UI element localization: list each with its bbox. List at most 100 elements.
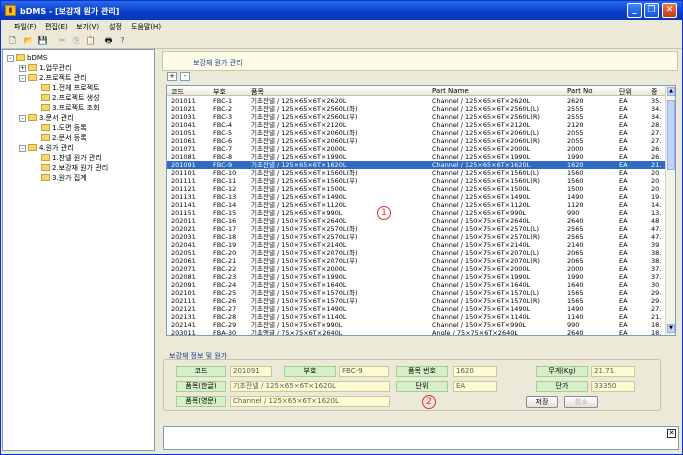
field-unit[interactable]: EA bbox=[453, 381, 497, 392]
collapse-icon[interactable]: - bbox=[19, 115, 26, 122]
cancel-button[interactable]: 취소 bbox=[564, 396, 598, 408]
col-sign[interactable]: 부호 bbox=[213, 87, 226, 97]
col-part-name[interactable]: Part Name bbox=[432, 87, 469, 95]
table-row[interactable]: 202021 FBC-17 기초잔넬 / 150×75×6T×2570L(좌) Cha… bbox=[167, 225, 667, 233]
tree-root[interactable]: - bDMS bbox=[7, 53, 47, 63]
col-item[interactable]: 품목 bbox=[251, 87, 264, 97]
field-part-no[interactable]: 1620 bbox=[453, 366, 497, 377]
new-icon[interactable]: 🗋 bbox=[7, 36, 18, 46]
menu-help[interactable]: 도움말(H) bbox=[131, 22, 161, 32]
table-cell: 기초잔넬 / 150×75×6T×1570L(좌) bbox=[251, 289, 358, 297]
table-row[interactable]: 201091 FBC-9 기초잔넬 / 125×65×6T×1620L Channel… bbox=[167, 161, 667, 169]
save-icon[interactable]: 💾 bbox=[37, 36, 48, 46]
table-row[interactable]: 202141 FBC-29 기초잔넬 / 150×75×6T×990L Channel… bbox=[167, 321, 667, 329]
table-row[interactable]: 202111 FBC-26 기초잔넬 / 150×75×6T×1570L(우) Cha… bbox=[167, 297, 667, 305]
tree-item-drawing-register[interactable]: 1.도면 등록 bbox=[41, 123, 87, 133]
menu-file[interactable]: 파일(F) bbox=[14, 22, 36, 32]
field-sign[interactable]: FBC-9 bbox=[339, 366, 389, 377]
table-row[interactable]: 201041 FBC-4 기초잔넬 / 125×65×6T×2120L Channel… bbox=[167, 121, 667, 129]
table-cell: EA bbox=[619, 233, 628, 241]
table-row[interactable]: 201141 FBC-14 기초잔넬 / 125×65×6T×1120L Channe… bbox=[167, 201, 667, 209]
table-cell: 기초잔넬 / 125×65×6T×2560L(우) bbox=[251, 113, 358, 121]
cut-icon[interactable]: ✂ bbox=[57, 36, 68, 46]
menu-settings[interactable]: 설정 bbox=[109, 22, 122, 32]
table-row[interactable]: 202121 FBC-27 기초잔넬 / 150×75×6T×1490L Channe… bbox=[167, 305, 667, 313]
table-row[interactable]: 202011 FBC-16 기초잔넬 / 150×75×6T×2640L Channe… bbox=[167, 217, 667, 225]
table-row[interactable]: 202061 FBC-21 기초잔넬 / 150×75×6T×2070L(우) Cha… bbox=[167, 257, 667, 265]
col-code[interactable]: 코드 bbox=[171, 87, 184, 97]
collapse-icon[interactable]: - bbox=[19, 75, 26, 82]
table-cell: 201041 bbox=[171, 121, 196, 129]
table-cell: Channel / 125×65×6T×2620L bbox=[432, 97, 531, 105]
col-unit[interactable]: 단위 bbox=[619, 87, 632, 97]
table-row[interactable]: 203011 FBA-30 기초앵글 / 75×75×6T×2640L Angle /… bbox=[167, 329, 667, 335]
table-row[interactable]: 202131 FBC-28 기초잔넬 / 150×75×6T×1140L Channe… bbox=[167, 313, 667, 321]
table-cell: 1140 bbox=[567, 313, 584, 321]
close-button[interactable]: ✕ bbox=[662, 3, 677, 18]
field-item-kr[interactable]: 기초잔넬 / 125×65×6T×1620L bbox=[230, 381, 390, 392]
save-button[interactable]: 저장 bbox=[526, 396, 558, 408]
field-weight[interactable]: 21.71 bbox=[591, 366, 635, 377]
tree-item-channel-cost[interactable]: 1.찬넬 원가 관리 bbox=[41, 153, 102, 163]
expand-all-button[interactable]: + bbox=[167, 72, 177, 81]
table-row[interactable]: 201051 FBC-5 기초잔넬 / 125×65×6T×2060L(좌) Chan… bbox=[167, 129, 667, 137]
menu-view[interactable]: 보기(V) bbox=[76, 22, 99, 32]
table-row[interactable]: 202091 FBC-24 기초잔넬 / 150×75×6T×1640L Channe… bbox=[167, 281, 667, 289]
close-pane-icon[interactable]: ✕ bbox=[667, 429, 676, 438]
help-icon[interactable]: ? bbox=[117, 36, 128, 46]
table-row[interactable]: 201131 FBC-13 기초잔넬 / 125×65×6T×1490L Channe… bbox=[167, 193, 667, 201]
restore-button[interactable]: ❐ bbox=[644, 3, 659, 18]
table-row[interactable]: 201021 FBC-2 기초잔넬 / 125×65×6T×2560L(좌) Chan… bbox=[167, 105, 667, 113]
table-cell: EA bbox=[619, 241, 628, 249]
tree-node-business[interactable]: +1.업무관리 bbox=[19, 63, 71, 73]
tree-item-stiffener-cost[interactable]: 2.보강재 원가 관리 bbox=[41, 163, 109, 173]
paste-icon[interactable]: 📋 bbox=[85, 36, 96, 46]
table-row[interactable]: 201151 FBC-15 기초잔넬 / 125×65×6T×990L Channel… bbox=[167, 209, 667, 217]
col-part-no[interactable]: Part No bbox=[567, 87, 593, 95]
table-row[interactable]: 202041 FBC-19 기초잔넬 / 150×75×6T×2140L Channe… bbox=[167, 241, 667, 249]
grid-scrollbar[interactable]: ▲ ▼ bbox=[665, 86, 675, 335]
tree-item-search-project[interactable]: 3.프로젝트 조회 bbox=[41, 103, 100, 113]
tree-node-document[interactable]: -3.문서 관리 bbox=[19, 113, 74, 123]
open-icon[interactable]: 📂 bbox=[23, 36, 34, 46]
table-cell: Channel / 125×65×6T×2560L(L) bbox=[432, 105, 539, 113]
tree-item-all-projects[interactable]: 1.전체 프로젝트 bbox=[41, 83, 100, 93]
scroll-down-icon[interactable]: ▼ bbox=[667, 324, 675, 333]
table-cell: 기초잔넬 / 150×75×6T×2140L bbox=[251, 241, 347, 249]
expand-icon[interactable]: + bbox=[19, 65, 26, 72]
minimize-button[interactable]: _ bbox=[627, 3, 642, 18]
table-row[interactable]: 201101 FBC-10 기초잔넬 / 125×65×6T×1560L(좌) Cha… bbox=[167, 169, 667, 177]
table-row[interactable]: 201071 FBC-7 기초잔넬 / 125×65×6T×2000L Channel… bbox=[167, 145, 667, 153]
table-row[interactable]: 201081 FBC-8 기초잔넬 / 125×65×6T×1990L Channel… bbox=[167, 153, 667, 161]
tree-node-cost[interactable]: -4.원가 관리 bbox=[19, 143, 74, 153]
col-weight[interactable]: 중 bbox=[651, 87, 657, 97]
table-cell: 기초잔넬 / 125×65×6T×2000L bbox=[251, 145, 347, 153]
table-cell: 1990 bbox=[567, 273, 584, 281]
scroll-up-icon[interactable]: ▲ bbox=[667, 87, 675, 96]
collapse-all-button[interactable]: - bbox=[180, 72, 190, 81]
collapse-icon[interactable]: - bbox=[19, 145, 26, 152]
tree-node-project[interactable]: -2.프로젝트 관리 bbox=[19, 73, 87, 83]
table-row[interactable]: 201061 FBC-6 기초잔넬 / 125×65×6T×2060L(우) Chan… bbox=[167, 137, 667, 145]
field-item-en[interactable]: Channel / 125×65×6T×1620L bbox=[230, 396, 390, 407]
table-row[interactable]: 202101 FBC-25 기초잔넬 / 150×75×6T×1570L(좌) Cha… bbox=[167, 289, 667, 297]
tree-item-document-register[interactable]: 2.문서 등록 bbox=[41, 133, 87, 143]
table-row[interactable]: 202071 FBC-22 기초잔넬 / 150×75×6T×2000L Channe… bbox=[167, 265, 667, 273]
table-row[interactable]: 201011 FBC-1 기초잔넬 / 125×65×6T×2620L Channel… bbox=[167, 97, 667, 105]
print-icon[interactable]: 🖶 bbox=[103, 36, 114, 46]
tree-item-cost-summary[interactable]: 3.원가 집계 bbox=[41, 173, 87, 183]
field-price[interactable]: 33350 bbox=[591, 381, 635, 392]
table-row[interactable]: 201111 FBC-11 기초잔넬 / 125×65×6T×1560L(우) Cha… bbox=[167, 177, 667, 185]
table-row[interactable]: 202081 FBC-23 기초잔넬 / 150×75×6T×1990L Channe… bbox=[167, 273, 667, 281]
table-cell: 기초잔넬 / 125×65×6T×2060L(좌) bbox=[251, 129, 358, 137]
collapse-icon[interactable]: - bbox=[7, 55, 14, 62]
table-row[interactable]: 202031 FBC-18 기초잔넬 / 150×75×6T×2570L(우) Cha… bbox=[167, 233, 667, 241]
menu-edit[interactable]: 편집(E) bbox=[45, 22, 68, 32]
table-row[interactable]: 201121 FBC-12 기초잔넬 / 125×65×6T×1500L Channe… bbox=[167, 185, 667, 193]
tree-item-create-project[interactable]: 2.프로젝트 생성 bbox=[41, 93, 100, 103]
table-row[interactable]: 201031 FBC-3 기초잔넬 / 125×65×6T×2560L(우) Chan… bbox=[167, 113, 667, 121]
scroll-thumb[interactable] bbox=[667, 100, 675, 170]
table-row[interactable]: 202051 FBC-20 기초잔넬 / 150×75×6T×2070L(좌) Cha… bbox=[167, 249, 667, 257]
field-code[interactable]: 201091 bbox=[230, 366, 272, 377]
copy-icon[interactable]: ⎘ bbox=[71, 36, 82, 46]
